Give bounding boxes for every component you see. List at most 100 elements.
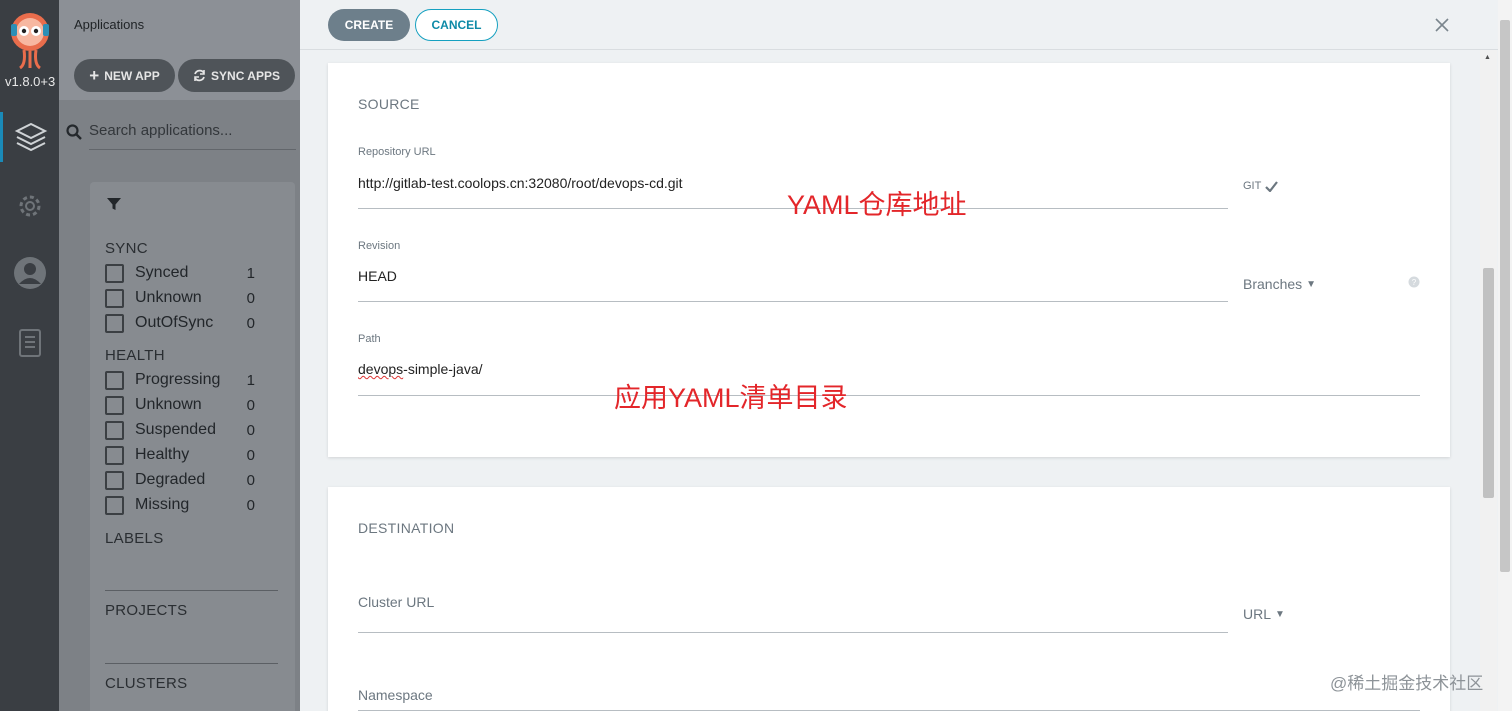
filter-item-healthy[interactable]: Healthy 0	[105, 443, 255, 467]
filter-count: 0	[246, 471, 255, 489]
branches-dropdown[interactable]: Branches ▼	[1243, 276, 1316, 292]
filter-label: Suspended	[135, 421, 216, 438]
checkbox[interactable]	[105, 470, 124, 490]
check-icon	[1265, 180, 1279, 192]
checkbox[interactable]	[105, 495, 124, 515]
health-section-title: HEALTH	[105, 347, 165, 364]
watermark: @稀土掘金技术社区	[1330, 674, 1484, 693]
book-icon	[18, 329, 41, 357]
filter-label: Healthy	[135, 446, 190, 463]
search-icon	[66, 124, 82, 140]
create-button[interactable]: CREATE	[328, 9, 410, 41]
checkbox[interactable]	[105, 395, 124, 415]
filter-item-synced[interactable]: Synced 1	[105, 261, 255, 285]
page-title: Applications	[74, 17, 145, 32]
main-nav: v1.8.0+3	[0, 0, 59, 711]
filter-count: 1	[246, 371, 255, 389]
refresh-icon	[194, 69, 205, 82]
filter-item-degraded[interactable]: Degraded 0	[105, 468, 255, 492]
caret-down-icon: ▼	[1275, 608, 1285, 620]
divider	[105, 663, 278, 664]
new-app-label: NEW APP	[104, 68, 160, 83]
revision-field[interactable]: HEAD	[358, 268, 397, 284]
scroll-up-arrow-icon[interactable]: ▲	[1484, 54, 1491, 61]
plus-icon: +	[89, 66, 100, 85]
filter-label: Unknown	[135, 289, 202, 306]
caret-down-icon: ▼	[1306, 278, 1317, 290]
version-label: v1.8.0+3	[5, 74, 56, 89]
page-scrollbar-thumb[interactable]	[1500, 20, 1510, 572]
nav-docs[interactable]	[0, 318, 59, 368]
nav-settings[interactable]	[0, 181, 59, 231]
repo-annotation: YAML仓库地址	[787, 190, 967, 220]
destination-card: DESTINATION Cluster URL URL ▼ Namespace	[328, 487, 1450, 711]
checkbox[interactable]	[105, 370, 124, 390]
path-value-rest: -simple-java/	[403, 361, 483, 377]
panel-toolbar: CREATE CANCEL	[300, 0, 1512, 50]
repo-type-label: GIT	[1243, 180, 1262, 192]
cluster-url-field[interactable]	[358, 632, 1228, 633]
close-icon[interactable]	[1432, 15, 1452, 35]
search-input[interactable]	[89, 112, 296, 150]
filter-icon[interactable]	[106, 196, 122, 212]
inner-scrollbar-thumb[interactable]	[1483, 268, 1494, 498]
user-icon	[13, 257, 46, 289]
filter-count: 0	[246, 396, 255, 414]
checkbox[interactable]	[105, 445, 124, 465]
checkbox[interactable]	[105, 420, 124, 440]
divider	[105, 590, 278, 591]
filter-card: SYNC Synced 1 Unknown 0 OutOfSync 0 HEAL…	[90, 182, 295, 711]
nav-user-info[interactable]	[0, 248, 59, 298]
cancel-button[interactable]: CANCEL	[415, 9, 498, 41]
repo-url-field[interactable]: http://gitlab-test.coolops.cn:32080/root…	[358, 175, 683, 191]
filter-count: 0	[246, 314, 255, 332]
checkbox[interactable]	[105, 288, 124, 308]
filter-item-suspended[interactable]: Suspended 0	[105, 418, 255, 442]
labels-section-title: LABELS	[105, 530, 164, 547]
filter-label: OutOfSync	[135, 314, 214, 331]
filter-item-progressing[interactable]: Progressing 1	[105, 368, 255, 392]
path-label: Path	[358, 333, 381, 345]
filter-count: 0	[246, 289, 255, 307]
path-field[interactable]: devops-simple-java/	[358, 361, 483, 377]
cluster-selector-label: URL	[1243, 606, 1272, 622]
repo-type-selector[interactable]: GIT	[1243, 180, 1279, 192]
filter-item-unknown[interactable]: Unknown 0	[105, 286, 255, 310]
filter-item-unknown-health[interactable]: Unknown 0	[105, 393, 255, 417]
help-icon[interactable]: ?	[1408, 276, 1420, 288]
gear-icon	[19, 195, 40, 217]
filter-count: 0	[246, 446, 255, 464]
revision-underline	[358, 301, 1228, 302]
search-bar	[59, 112, 300, 150]
source-title: SOURCE	[358, 96, 420, 112]
path-underline	[358, 395, 1420, 396]
argo-logo[interactable]	[6, 8, 54, 70]
projects-section-title: PROJECTS	[105, 602, 188, 619]
clusters-section-title: CLUSTERS	[105, 675, 188, 692]
filter-label: Synced	[135, 264, 189, 281]
checkbox[interactable]	[105, 263, 124, 283]
filter-count: 0	[246, 496, 255, 514]
destination-title: DESTINATION	[358, 520, 455, 536]
cluster-selector-dropdown[interactable]: URL ▼	[1243, 606, 1285, 622]
revision-label: Revision	[358, 240, 401, 252]
filter-count: 0	[246, 421, 255, 439]
sync-apps-label: SYNC APPS	[211, 68, 280, 83]
branches-label: Branches	[1243, 276, 1303, 292]
path-value-prefix: devops	[358, 361, 404, 377]
new-app-button[interactable]: + NEW APP	[74, 59, 175, 92]
filter-count: 1	[246, 264, 255, 282]
create-app-panel: CREATE CANCEL SOURCE Repository URL http…	[300, 0, 1512, 711]
nav-applications[interactable]	[0, 112, 59, 162]
cluster-url-label: Cluster URL	[358, 594, 435, 610]
filter-label: Progressing	[135, 371, 221, 388]
filter-item-outofsync[interactable]: OutOfSync 0	[105, 311, 255, 335]
svg-text:?: ?	[1412, 278, 1417, 287]
applications-panel: Applications + NEW APP SYNC APPS SYNC Sy…	[59, 0, 300, 711]
path-annotation: 应用YAML清单目录	[614, 383, 848, 413]
checkbox[interactable]	[105, 313, 124, 333]
namespace-label: Namespace	[358, 687, 433, 703]
sync-apps-button[interactable]: SYNC APPS	[178, 59, 295, 92]
layers-icon	[14, 122, 48, 152]
filter-item-missing[interactable]: Missing 0	[105, 493, 255, 517]
